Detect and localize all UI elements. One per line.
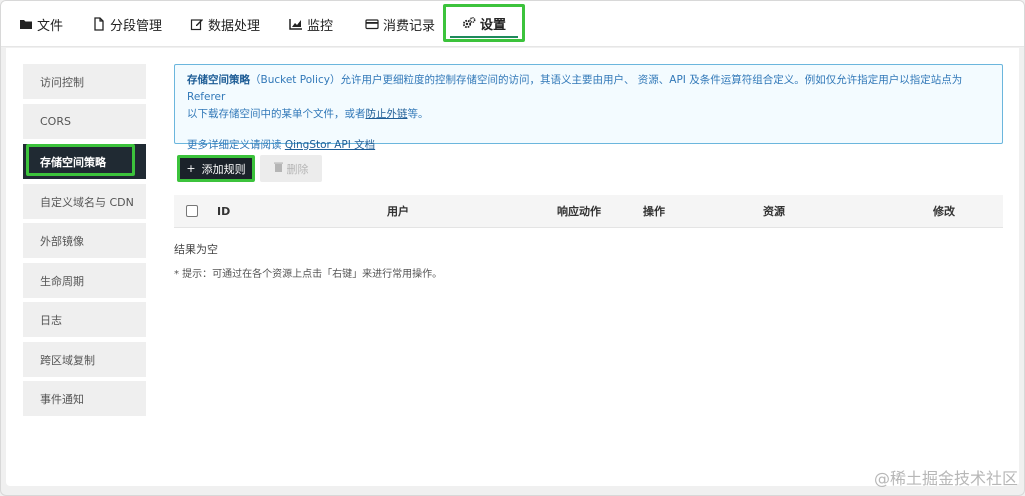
tab-label: 数据处理 (208, 18, 261, 34)
column-header-id[interactable]: ID (217, 195, 230, 228)
sidebar-item-lifecycle[interactable]: 生命周期 (23, 263, 146, 298)
trash-icon (273, 162, 283, 175)
column-header-resource[interactable]: 资源 (763, 195, 785, 228)
sidebar-item-logging[interactable]: 日志 (23, 302, 146, 337)
sidebar-item-label: 跨区域复制 (40, 353, 95, 367)
empty-result-text: 结果为空 (174, 243, 218, 256)
policy-info-box: 存储空间策略（Bucket Policy）允许用户更细粒度的控制存储空间的访问，… (174, 64, 1003, 151)
tab-multipart[interactable]: 分段管理 (92, 1, 162, 47)
tab-label: 设置 (480, 17, 507, 33)
sidebar-item-access-control[interactable]: 访问控制 (23, 64, 146, 99)
sidebar-item-cross-region-replication[interactable]: 跨区域复制 (23, 342, 146, 377)
tab-label: 消费记录 (383, 18, 436, 34)
info-title: 存储空间策略 (187, 74, 250, 86)
tab-label: 文件 (37, 18, 64, 34)
tab-data-processing[interactable]: 数据处理 (190, 1, 260, 47)
tab-settings[interactable]: 设置 (443, 4, 526, 42)
column-header-edit[interactable]: 修改 (933, 195, 955, 228)
sidebar-item-bucket-policy[interactable]: 存储空间策略 (23, 144, 146, 179)
info-line-3: 更多详细定义请阅读 QingStor API 文档 (187, 137, 990, 154)
sidebar-item-label: 生命周期 (40, 274, 84, 288)
app-window: 文件 分段管理 数据处理 监控 消费记录 设置 访问控制 CORS 存储空间策略… (0, 0, 1025, 496)
api-docs-link[interactable]: QingStor API 文档 (285, 139, 375, 151)
edit-icon (190, 17, 204, 31)
column-header-operation[interactable]: 操作 (643, 195, 665, 228)
info-text: 以下载存储空间中的某单个文件，或者 (187, 108, 366, 120)
sidebar-item-label: 日志 (40, 313, 62, 327)
tab-monitor[interactable]: 监控 (289, 1, 333, 47)
add-rule-label: 添加规则 (201, 162, 246, 176)
tab-billing[interactable]: 消费记录 (365, 1, 435, 47)
sidebar-item-label: 事件通知 (40, 392, 84, 406)
info-line-2: 以下载存储空间中的某单个文件，或者防止外链等。 (187, 106, 990, 123)
info-line-1: 存储空间策略（Bucket Policy）允许用户更细粒度的控制存储空间的访问，… (187, 72, 990, 106)
tab-label: 监控 (307, 18, 334, 34)
tip-text: * 提示：可通过在各个资源上点击「右键」来进行常用操作。 (174, 269, 443, 280)
sidebar-item-label: 存储空间策略 (40, 155, 106, 169)
plus-icon: + (186, 162, 196, 175)
tab-label: 分段管理 (110, 18, 163, 34)
chart-icon (289, 17, 303, 31)
sidebar-item-label: 外部镜像 (40, 234, 84, 248)
document-icon (92, 17, 106, 31)
sidebar-item-external-mirror[interactable]: 外部镜像 (23, 223, 146, 258)
card-icon (365, 17, 379, 31)
info-text: 等。 (407, 108, 429, 120)
add-rule-button[interactable]: + 添加规则 (177, 155, 255, 182)
table-header: ID 用户 响应动作 操作 资源 修改 (174, 195, 1003, 228)
sidebar-item-label: 访问控制 (40, 75, 84, 89)
sidebar-item-event-notification[interactable]: 事件通知 (23, 381, 146, 416)
sidebar-item-custom-domain-cdn[interactable]: 自定义域名与 CDN (23, 184, 146, 219)
top-tab-bar: 文件 分段管理 数据处理 监控 消费记录 设置 (1, 1, 1024, 47)
sidebar-item-label: CORS (40, 115, 71, 128)
info-text: （Bucket Policy）允许用户更细粒度的控制存储空间的访问，其语义主要由… (187, 74, 963, 103)
tab-files[interactable]: 文件 (19, 1, 63, 47)
column-header-action[interactable]: 响应动作 (557, 195, 601, 228)
column-header-user[interactable]: 用户 (387, 195, 409, 228)
sidebar-item-label: 自定义域名与 CDN (40, 195, 134, 209)
delete-label: 删除 (286, 162, 309, 176)
select-all-checkbox[interactable] (186, 205, 198, 217)
settings-panel: 访问控制 CORS 存储空间策略 自定义域名与 CDN 外部镜像 生命周期 日志… (6, 48, 1019, 486)
prevent-hotlink-link[interactable]: 防止外链 (366, 108, 408, 120)
info-text: 更多详细定义请阅读 (187, 139, 285, 151)
delete-button[interactable]: 删除 (260, 155, 322, 182)
sidebar-item-cors[interactable]: CORS (23, 104, 146, 139)
gears-icon (462, 16, 476, 30)
watermark-text: @稀土掘金技术社区 (873, 469, 1018, 488)
folder-icon (19, 17, 33, 31)
